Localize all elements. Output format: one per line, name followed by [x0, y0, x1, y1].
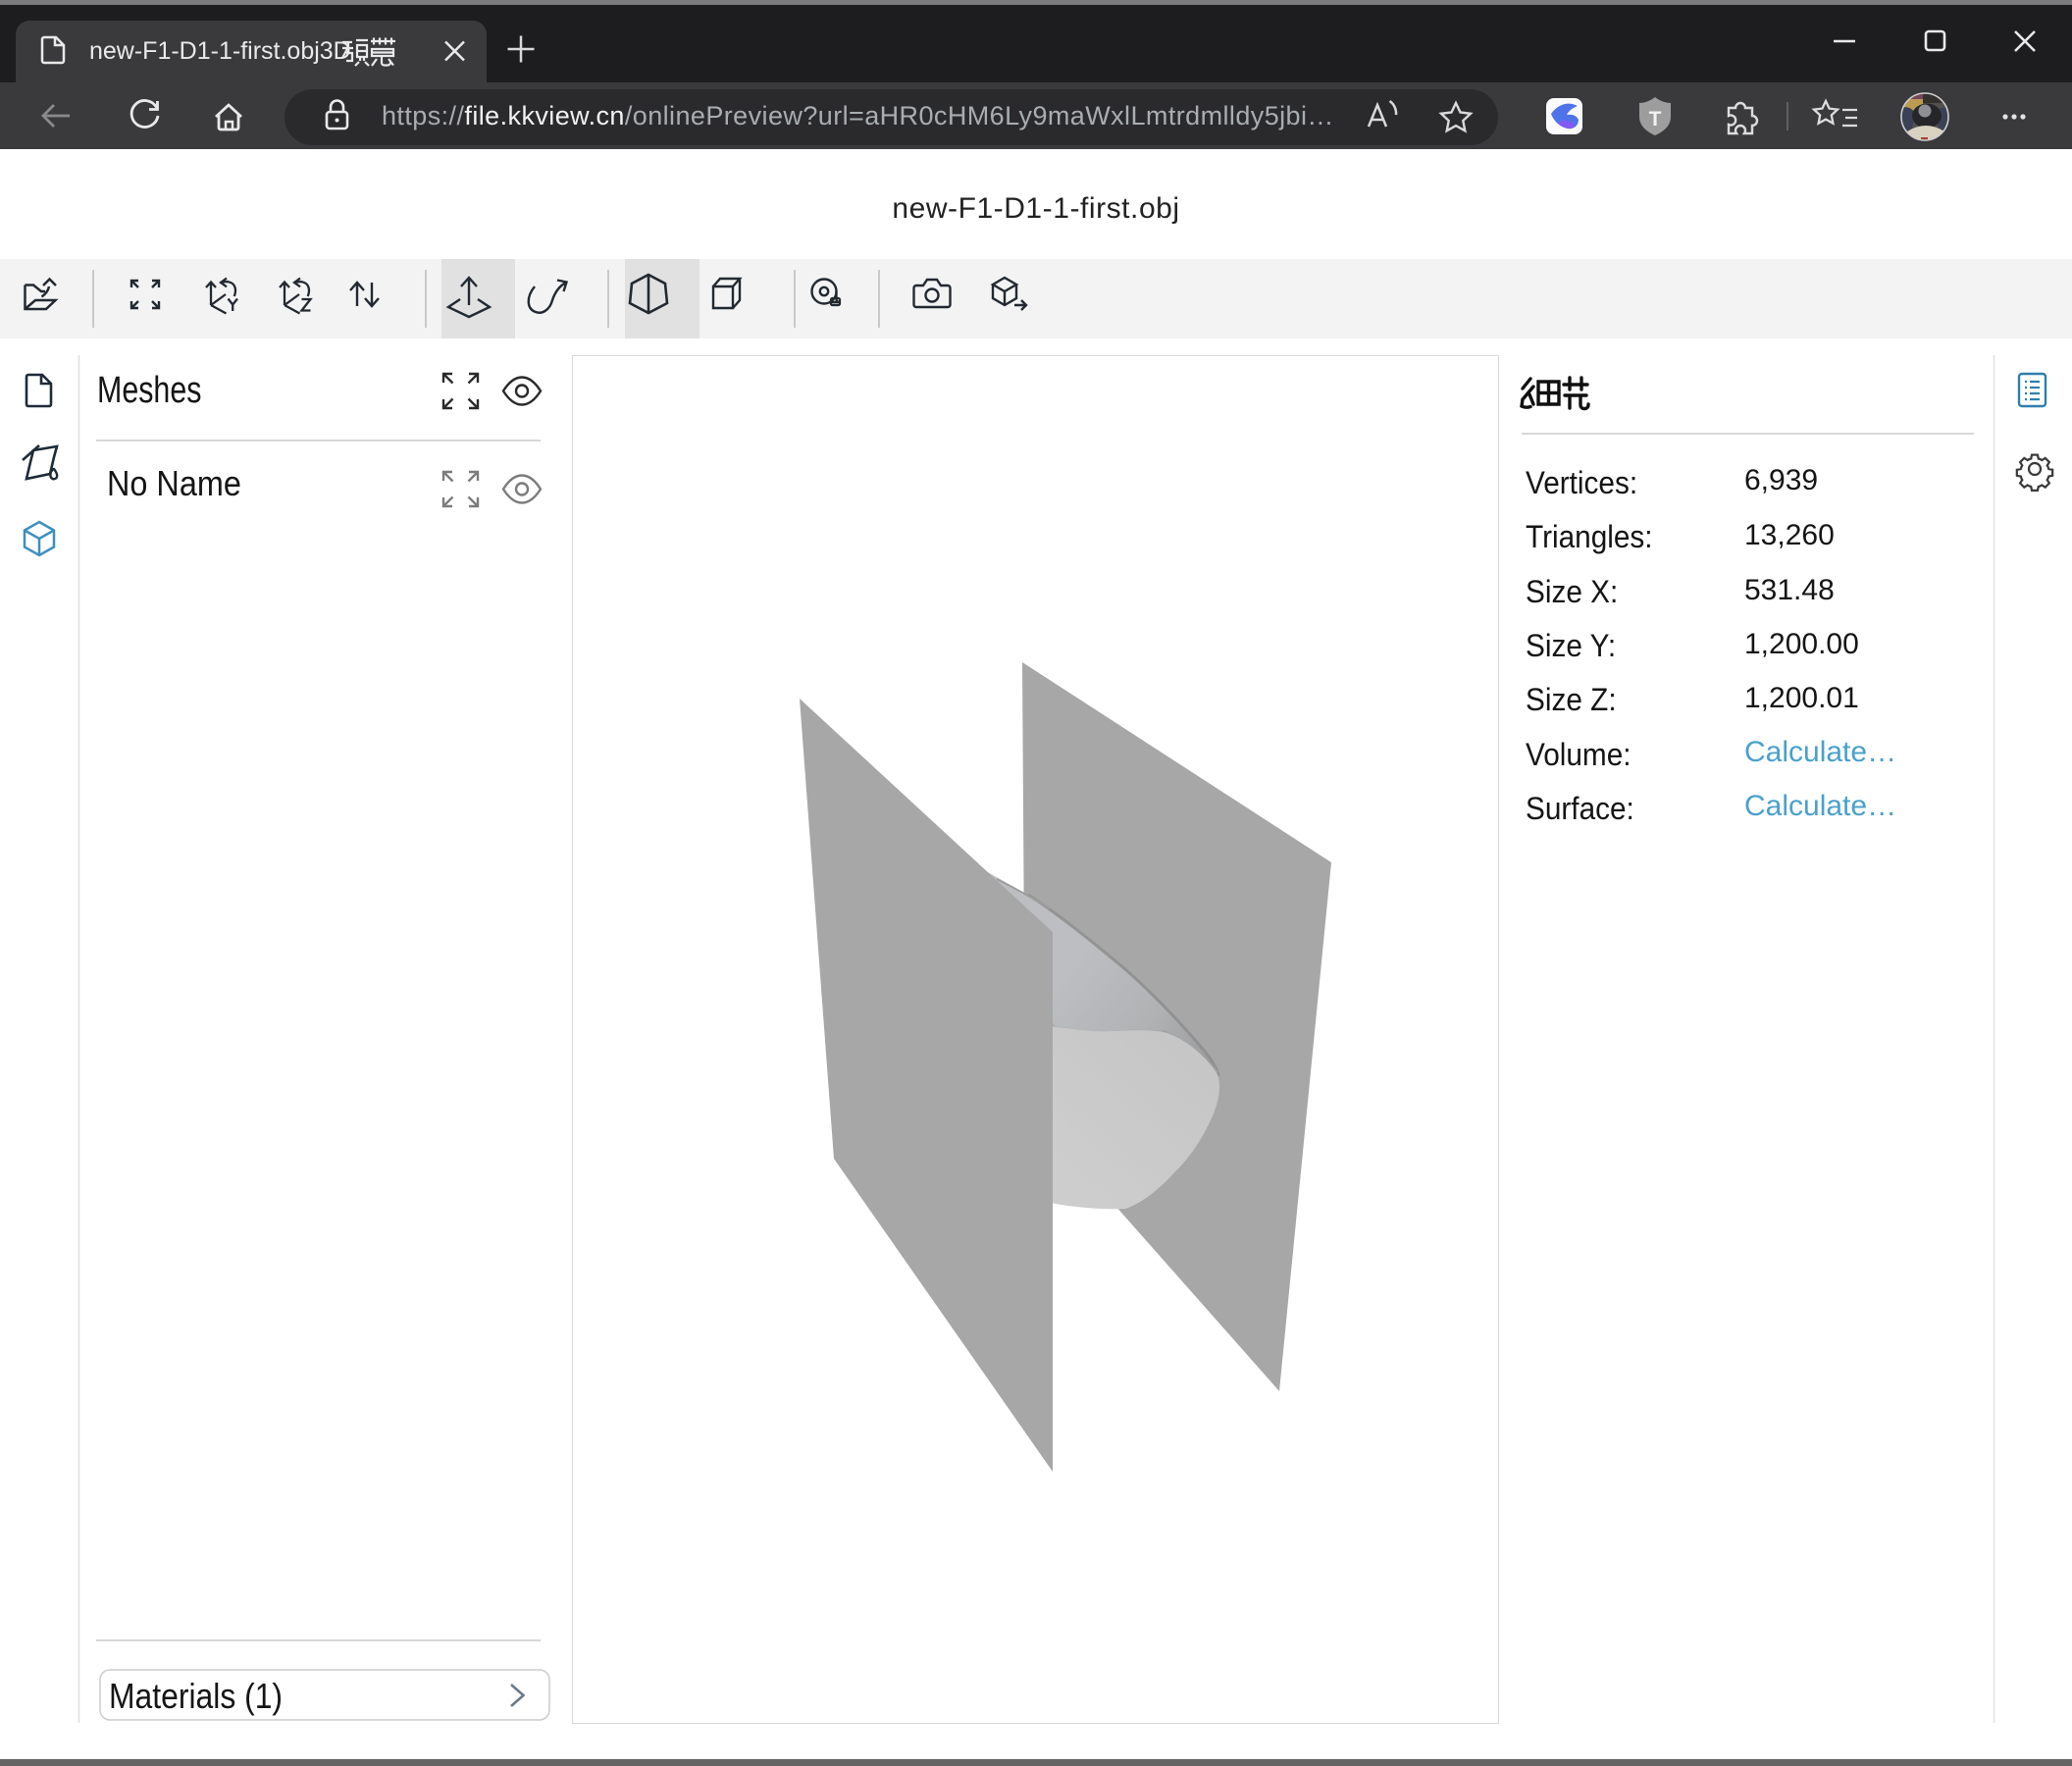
svg-text:T: T: [1649, 108, 1662, 130]
